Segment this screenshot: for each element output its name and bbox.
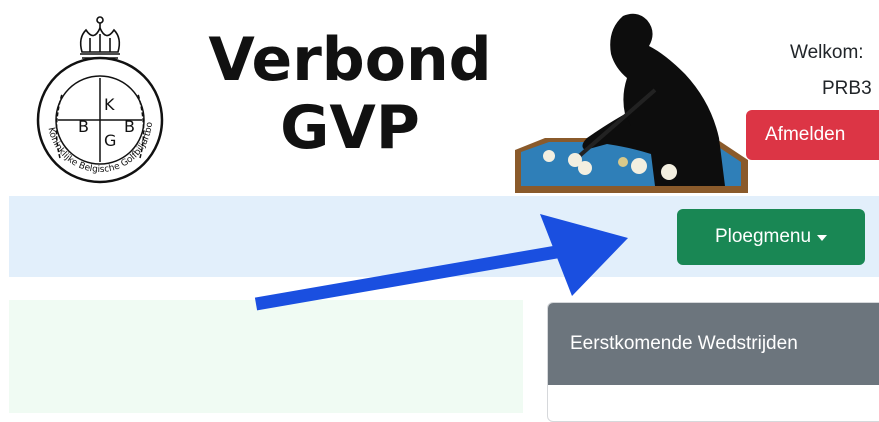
billiards-photo [515,10,748,193]
annotation-arrow [250,212,630,312]
site-title-line1: Verbond [208,25,492,95]
logo-letter-b1: B [78,117,89,136]
team-menu-label: Ploegmenu [714,226,812,247]
kbgb-logo: Koninklijke Belgische Golfbiljartbond B … [17,1,180,190]
site-title: Verbond GVP [200,26,500,162]
logout-button[interactable]: Afmelden [746,110,879,160]
main-content-panel [9,300,523,413]
welcome-text: Welkom: [790,42,864,63]
site-title-line2: GVP [280,93,420,163]
upcoming-matches-card: Eerstkomende Wedstrijden [547,302,879,422]
logo-letter-g: G [104,131,116,150]
username-text: PRB3 [822,78,872,99]
dropdown-caret-icon [817,235,828,241]
team-menu-button[interactable]: Ploegmenu [677,209,865,265]
upcoming-matches-header: Eerstkomende Wedstrijden [548,303,879,385]
logo-letter-k: K [104,95,115,114]
logo-letter-b2: B [124,117,135,136]
